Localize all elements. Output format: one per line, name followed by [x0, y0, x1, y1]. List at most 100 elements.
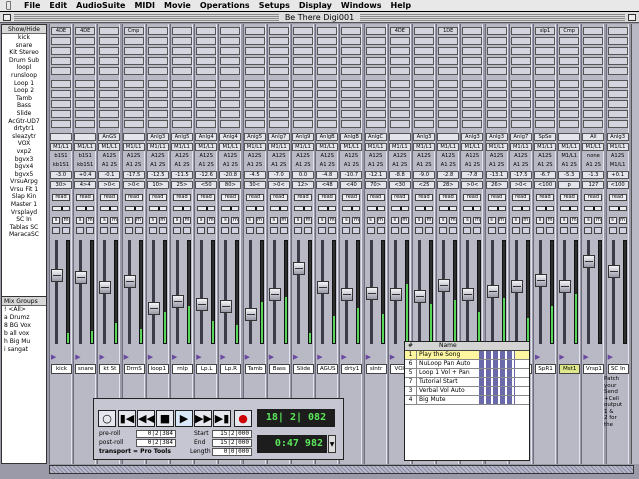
- pan-slider[interactable]: [415, 206, 433, 211]
- send-slot[interactable]: [317, 100, 338, 108]
- insert-slot[interactable]: [51, 47, 71, 55]
- pan-readout[interactable]: <25: [413, 181, 435, 189]
- send-slot[interactable]: [365, 100, 386, 108]
- volume-readout[interactable]: -1.3: [582, 171, 605, 179]
- send-slot[interactable]: [389, 80, 410, 88]
- voice-button[interactable]: [110, 227, 119, 234]
- pan-slider[interactable]: [511, 206, 530, 211]
- send-slot[interactable]: [438, 80, 459, 88]
- automation-mode-button[interactable]: read: [536, 194, 554, 201]
- automation-mode-button[interactable]: read: [342, 194, 361, 201]
- input-selector[interactable]: M1/L1: [292, 143, 314, 151]
- send-slot[interactable]: [365, 120, 386, 128]
- voice-button[interactable]: [521, 227, 530, 234]
- solo-button[interactable]: s: [536, 217, 544, 224]
- send-slot[interactable]: [510, 80, 531, 88]
- input-selector[interactable]: M1/L1: [413, 143, 435, 151]
- volume-readout[interactable]: -17.5: [509, 171, 532, 179]
- input-assignment[interactable]: A12S: [195, 152, 217, 160]
- insert-label[interactable]: SpSe: [534, 133, 556, 141]
- send-slot[interactable]: [414, 90, 434, 98]
- input-selector[interactable]: M1/L1: [437, 143, 460, 151]
- insert-label[interactable]: Anlg7: [267, 133, 290, 141]
- record-enable-button[interactable]: [148, 227, 157, 234]
- pan-slider[interactable]: [76, 206, 95, 211]
- insert-slot[interactable]: [123, 37, 144, 45]
- record-enable-button[interactable]: [390, 227, 399, 234]
- automation-mode-button[interactable]: read: [560, 194, 579, 201]
- return-to-zero-button[interactable]: ▮◀: [118, 410, 136, 427]
- pan-slider[interactable]: [173, 206, 191, 211]
- input-selector[interactable]: M1/L1: [340, 143, 363, 151]
- transport-mode-label[interactable]: transport = Pro Tools: [99, 448, 171, 456]
- insert-slot[interactable]: [365, 47, 386, 55]
- mix-group-item[interactable]: i sangat: [2, 346, 46, 354]
- voice-button[interactable]: [134, 227, 143, 234]
- volume-fader[interactable]: [341, 288, 354, 301]
- input-assignment[interactable]: A12S: [486, 152, 508, 160]
- insert-label[interactable]: [122, 133, 145, 141]
- automation-mode-button[interactable]: read: [294, 194, 312, 201]
- insert-slot[interactable]: [244, 47, 265, 55]
- insert-slot[interactable]: [486, 27, 507, 35]
- send-slot[interactable]: [583, 100, 604, 108]
- volume-readout[interactable]: -17.5: [122, 171, 145, 179]
- send-slot[interactable]: [486, 80, 507, 88]
- insert-slot[interactable]: [147, 37, 168, 45]
- track-name[interactable]: snare: [75, 364, 97, 374]
- pan-knob[interactable]: [448, 207, 451, 210]
- mute-button[interactable]: m: [279, 217, 288, 224]
- send-slot[interactable]: [559, 90, 580, 98]
- solo-button[interactable]: s: [584, 217, 593, 224]
- insert-slot[interactable]: [607, 27, 628, 35]
- volume-fader[interactable]: [607, 265, 620, 278]
- insert-slot[interactable]: [414, 27, 434, 35]
- solo-button[interactable]: s: [318, 217, 327, 224]
- send-slot[interactable]: [51, 80, 71, 88]
- send-slot[interactable]: [244, 110, 265, 118]
- automation-mode-button[interactable]: read: [245, 194, 264, 201]
- record-enable-button[interactable]: [245, 227, 254, 234]
- track-name[interactable]: Vrsp1: [583, 364, 605, 374]
- insert-label[interactable]: Anlg9: [292, 133, 314, 141]
- send-slot[interactable]: [486, 120, 507, 128]
- track-name[interactable]: slntr: [365, 364, 387, 374]
- output-assignment[interactable]: A1 2S: [123, 161, 145, 169]
- show-hide-track[interactable]: Bass: [2, 102, 46, 110]
- volume-readout[interactable]: -7.0: [267, 171, 290, 179]
- pan-readout[interactable]: 80>: [219, 181, 242, 189]
- input-selector[interactable]: M1/L1: [461, 143, 484, 151]
- mute-button[interactable]: m: [570, 217, 579, 224]
- menu-audiosuite[interactable]: AudioSuite: [76, 1, 125, 10]
- insert-slot[interactable]: [607, 57, 628, 65]
- show-hide-track[interactable]: Loop 1: [2, 80, 46, 88]
- show-hide-track[interactable]: bgvx5: [2, 171, 46, 179]
- insert-slot[interactable]: [510, 27, 531, 35]
- send-slot[interactable]: [75, 90, 96, 98]
- zoom-box-icon[interactable]: [628, 14, 636, 21]
- insert-slot[interactable]: [583, 57, 604, 65]
- pan-knob[interactable]: [545, 207, 547, 210]
- insert-slot[interactable]: [389, 57, 410, 65]
- input-selector[interactable]: M1/L1: [509, 143, 532, 151]
- automation-mode-button[interactable]: read: [318, 194, 337, 201]
- memory-location-icons[interactable]: [479, 360, 515, 368]
- volume-readout[interactable]: -4.8: [316, 171, 339, 179]
- send-slot[interactable]: [414, 120, 434, 128]
- record-enable-button[interactable]: [197, 227, 206, 234]
- solo-button[interactable]: s: [439, 217, 448, 224]
- send-slot[interactable]: [535, 120, 555, 128]
- pan-slider[interactable]: [487, 206, 506, 211]
- insert-slot[interactable]: [75, 47, 96, 55]
- pan-readout[interactable]: p: [558, 181, 581, 189]
- input-assignment[interactable]: A12S: [534, 152, 556, 160]
- insert-slot[interactable]: [147, 57, 168, 65]
- show-hide-track[interactable]: vxp2: [2, 148, 46, 156]
- send-slot[interactable]: [99, 80, 120, 88]
- insert-slot[interactable]: [510, 47, 531, 55]
- pan-knob[interactable]: [617, 207, 620, 210]
- input-selector[interactable]: M1/L1: [50, 143, 72, 151]
- insert-slot[interactable]: [268, 67, 289, 75]
- stop-button[interactable]: ■: [156, 410, 174, 427]
- insert-slot[interactable]: [365, 27, 386, 35]
